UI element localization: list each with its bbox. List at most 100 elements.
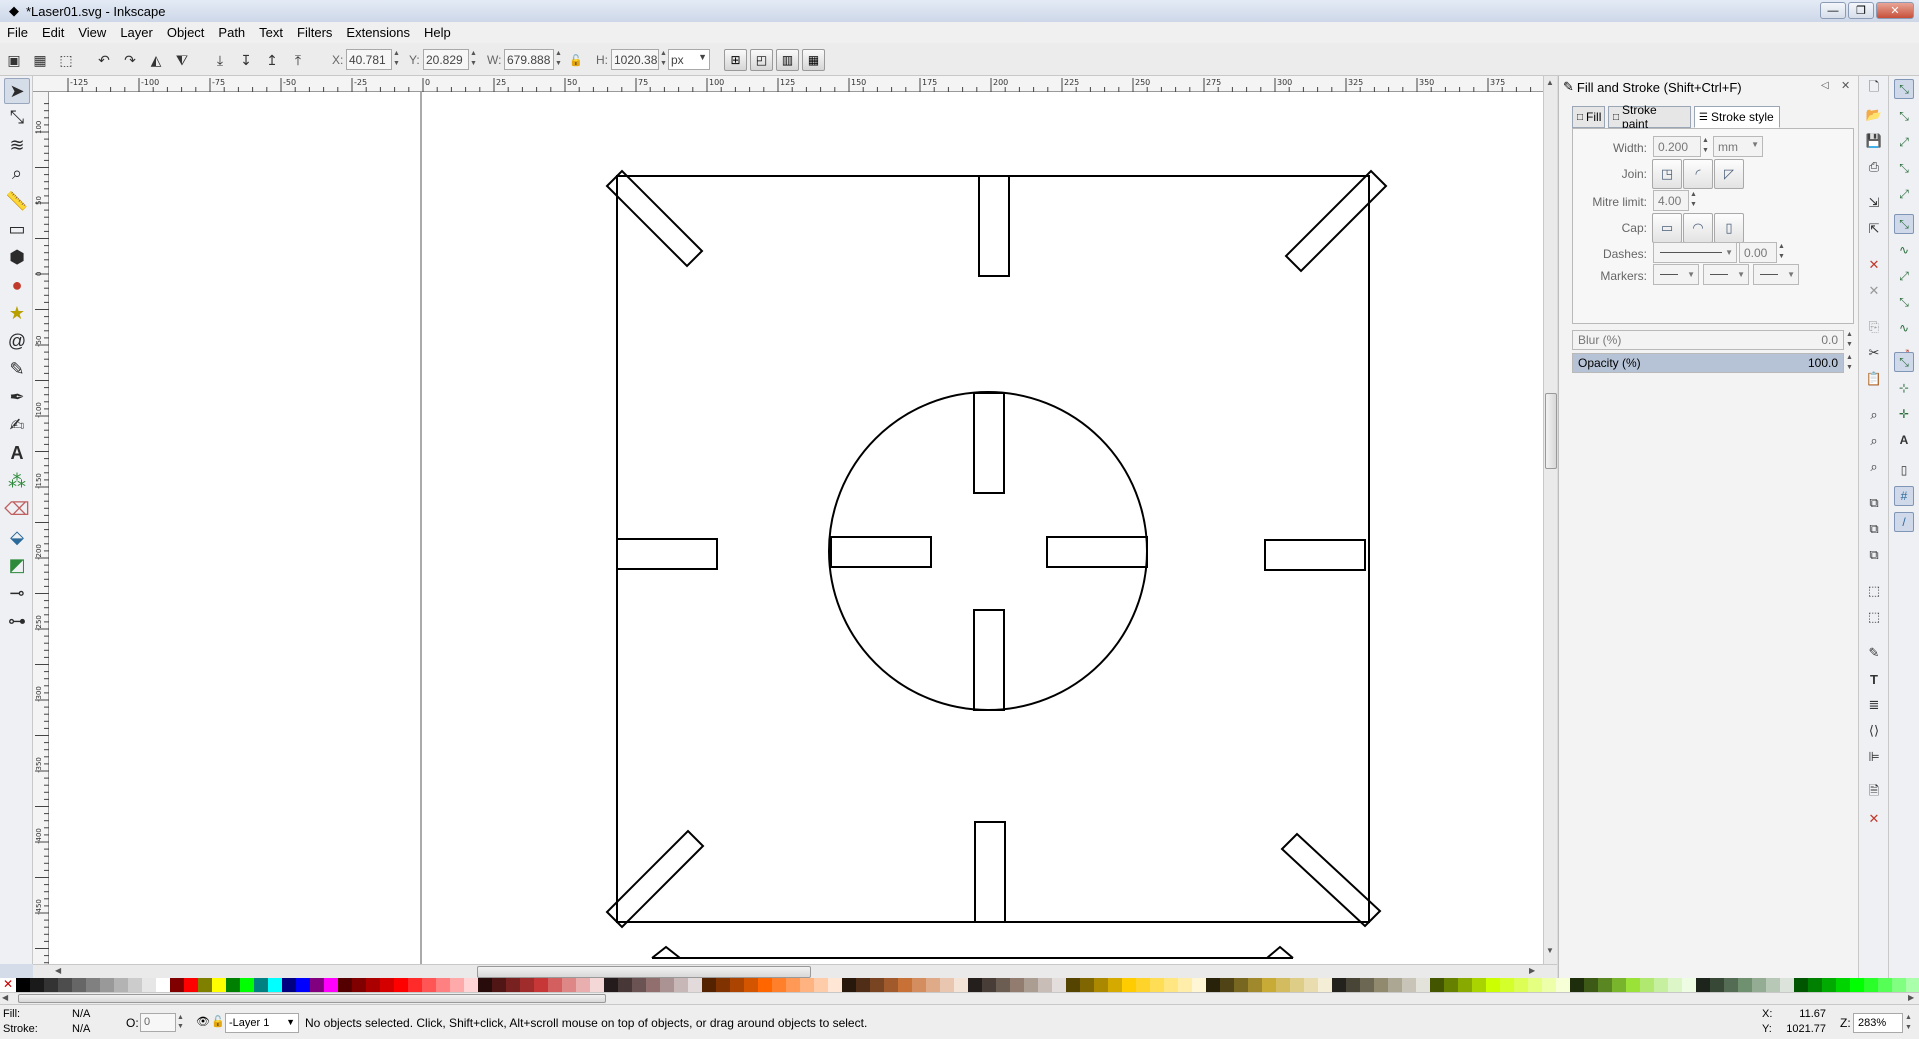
snap-page-border-icon[interactable]: ▯ [1894,460,1914,480]
color-swatch[interactable] [1374,978,1388,992]
palette-scroll-right-icon[interactable]: ▶ [1908,993,1914,1002]
text-font-dialog-icon[interactable]: T [1865,670,1883,688]
color-swatch[interactable] [702,978,716,992]
palette-scroll-thumb[interactable] [18,994,606,1003]
zoom-page-icon[interactable]: ⌕ [1865,458,1883,476]
color-swatch[interactable] [478,978,492,992]
color-swatch[interactable] [1388,978,1402,992]
color-swatch[interactable] [1276,978,1290,992]
right-slot-shape[interactable] [1264,539,1366,571]
mid-marker-select[interactable]: ▼ [1703,264,1749,285]
palette-scrollbar[interactable]: ◀ ▶ [0,992,1919,1004]
flip-horizontal-icon[interactable]: ◭ [146,50,166,70]
cut-icon[interactable]: ✂ [1865,344,1883,362]
zoom-drawing-icon[interactable]: ⌕ [1865,432,1883,450]
blur-slider[interactable]: Blur (%) 0.0 [1572,330,1844,350]
top-slot-shape[interactable] [978,175,1010,277]
bottom-slot-shape[interactable] [974,821,1006,923]
w-input[interactable]: 679.888 [504,49,554,70]
color-swatch[interactable] [646,978,660,992]
snap-cusp-nodes-icon[interactable]: ⤡ [1894,292,1914,312]
measure-tool-icon[interactable]: 📏 [4,188,30,214]
width-unit-select[interactable]: mm ▼ [1713,136,1763,157]
unlink-clone-icon[interactable]: ⧉ [1865,546,1883,564]
color-swatch[interactable] [1878,978,1892,992]
fill-indicator[interactable]: N/A [72,1008,90,1020]
color-swatch[interactable] [1332,978,1346,992]
join-bevel-button[interactable]: ◸ [1714,159,1744,189]
color-swatch[interactable] [58,978,72,992]
horizontal-scrollbar[interactable]: ◀ ▶ [33,964,1557,978]
connector-tool-icon[interactable]: ⊶ [4,608,30,634]
menu-view[interactable]: View [71,25,113,40]
scroll-up-icon[interactable]: ▲ [1546,78,1554,87]
zoom-selection-icon[interactable]: ⌕ [1865,406,1883,424]
redo-icon[interactable]: ✕ [1865,282,1883,300]
save-icon[interactable]: 💾 [1865,132,1883,150]
new-document-icon[interactable]: 🗋 [1865,79,1883,98]
color-swatch[interactable] [1780,978,1794,992]
color-swatch[interactable] [44,978,58,992]
color-swatch[interactable] [548,978,562,992]
color-swatch[interactable] [1654,978,1668,992]
corner-tab-tl-shape[interactable] [605,169,704,268]
color-swatch[interactable] [1626,978,1640,992]
color-swatch[interactable] [394,978,408,992]
color-swatch[interactable] [310,978,324,992]
x-input[interactable]: 40.781 [346,49,392,70]
snap-nodes-icon[interactable]: ⤡ [1894,214,1914,234]
color-swatch[interactable] [1038,978,1052,992]
layer-visibility-icon[interactable]: 👁 [196,1015,210,1028]
snap-bbox-icon[interactable]: ⤡ [1894,106,1914,126]
spiral-tool-icon[interactable]: @ [4,328,30,354]
ungroup-icon[interactable]: ⬚ [1865,608,1883,626]
color-swatch[interactable] [1710,978,1724,992]
color-swatch[interactable] [730,978,744,992]
snap-bbox-edges-icon[interactable]: ⤢ [1894,132,1914,152]
color-swatch[interactable] [618,978,632,992]
color-swatch[interactable] [814,978,828,992]
color-swatch[interactable] [786,978,800,992]
color-swatch[interactable] [1234,978,1248,992]
deselect-icon[interactable]: ⬚ [56,50,76,70]
dropper-tool-icon[interactable]: ⊸ [4,580,30,606]
color-swatch[interactable] [296,978,310,992]
color-swatch[interactable] [1178,978,1192,992]
color-swatch[interactable] [1304,978,1318,992]
close-button[interactable]: ✕ [1876,2,1914,19]
corner-tab-tr-shape[interactable] [1284,169,1388,273]
color-swatch[interactable] [324,978,338,992]
tab-fill[interactable]: □ Fill [1572,106,1605,128]
mitre-limit-input[interactable]: 4.00 [1653,190,1689,211]
color-swatch[interactable] [450,978,464,992]
align-distribute-icon[interactable]: ⊫ [1865,748,1883,766]
h-spinner[interactable]: ▲ ▼ [659,49,668,70]
undo-icon[interactable]: ✕ [1865,256,1883,274]
outer-square-shape[interactable] [616,175,1370,923]
circle-top-slot-shape[interactable] [973,392,1005,494]
color-swatch[interactable] [590,978,604,992]
color-swatch[interactable] [660,978,674,992]
color-swatch[interactable] [1906,978,1919,992]
cap-square-button[interactable]: ▯ [1714,213,1744,243]
clone-icon[interactable]: ⧉ [1865,520,1883,538]
color-swatch[interactable] [1052,978,1066,992]
cap-round-button[interactable]: ◠ [1683,213,1713,243]
scroll-right-icon[interactable]: ▶ [1529,966,1535,975]
preferences-icon[interactable]: ✕ [1865,810,1883,828]
color-swatch[interactable] [1262,978,1276,992]
minimize-button[interactable]: — [1820,2,1846,19]
pen-tool-icon[interactable]: ✒ [4,384,30,410]
color-swatch[interactable] [520,978,534,992]
copy-icon[interactable]: ⎘ [1865,318,1883,336]
w-spinner[interactable]: ▲ ▼ [554,49,563,70]
color-swatch[interactable] [926,978,940,992]
zoom-tool-icon[interactable]: ⌕ [4,160,30,186]
snap-guides-icon[interactable]: / [1894,512,1914,532]
color-swatch[interactable] [576,978,590,992]
color-swatch[interactable] [898,978,912,992]
raise-icon[interactable]: ↥ [262,50,282,70]
color-swatch[interactable] [1822,978,1836,992]
tab-stroke-paint[interactable]: □ Stroke paint [1608,103,1691,131]
export-icon[interactable]: ⇱ [1865,220,1883,238]
